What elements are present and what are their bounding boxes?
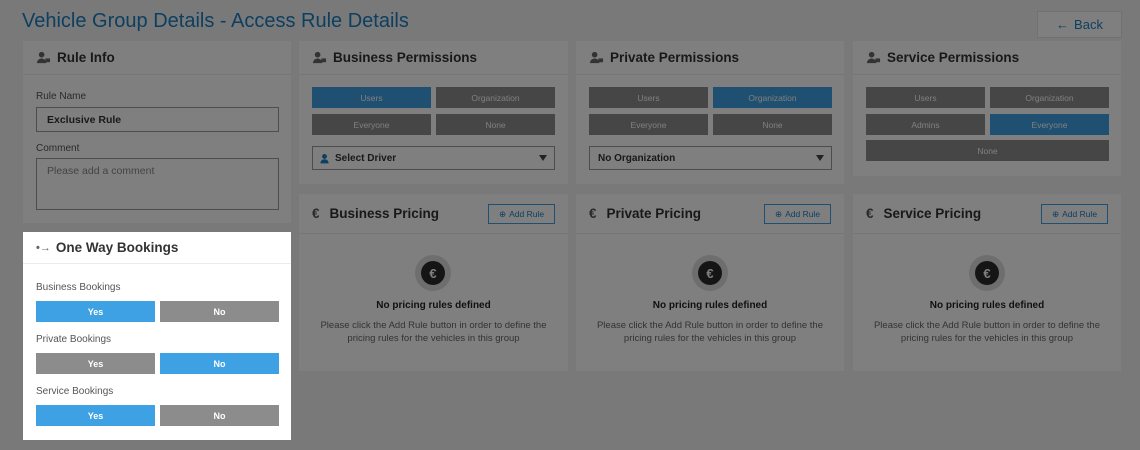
no-pricing-line1: Please click the Add Rule button in orde… [596,320,824,331]
private-none-button[interactable]: None [713,114,832,135]
rule-name-label: Rule Name [36,91,87,102]
page-title: Vehicle Group Details - Access Rule Deta… [22,10,409,32]
private-add-rule-button[interactable]: ⊕ Add Rule [764,204,831,224]
no-pricing-heading: No pricing rules defined [929,300,1045,311]
rule-info-title: Rule Info [57,50,115,65]
comment-label: Comment [36,143,80,154]
coin-euro-icon: € [692,255,728,291]
business-add-rule-button[interactable]: ⊕ Add Rule [488,204,555,224]
add-rule-label: Add Rule [1062,209,1098,219]
service-permissions-title: Service Permissions [887,50,1020,65]
private-organization-button[interactable]: Organization [713,87,832,108]
caret-down-icon [539,155,547,161]
one-way-bookings-panel: •→ One Way Bookings Business Bookings Ye… [23,232,291,440]
service-pricing-panel: € Service Pricing ⊕ Add Rule € No pricin… [853,194,1121,371]
organization-dropdown[interactable]: No Organization [589,146,832,170]
private-bookings-label: Private Bookings [36,334,112,345]
caret-down-icon [816,155,824,161]
no-pricing-line2: pricing rules for the vehicles in this g… [900,333,1074,344]
business-permissions-title: Business Permissions [333,50,478,65]
euro-icon: € [589,206,597,221]
plus-circle-icon: ⊕ [498,208,507,219]
rule-info-panel: Rule Info Rule Name Exclusive Rule Comme… [23,41,291,223]
no-pricing-line2: pricing rules for the vehicles in this g… [347,333,520,344]
service-pricing-title: Service Pricing [883,206,982,221]
select-driver-dropdown[interactable]: Select Driver [312,146,555,170]
business-bookings-no-button[interactable]: No [160,301,279,322]
service-bookings-no-button[interactable]: No [160,405,279,426]
coin-euro-icon: € [969,255,1005,291]
service-bookings-yes-button[interactable]: Yes [36,405,155,426]
no-pricing-line1: Please click the Add Rule button in orde… [873,320,1101,331]
business-none-button[interactable]: None [436,114,555,135]
one-way-bookings-title: One Way Bookings [55,240,179,255]
plus-circle-icon: ⊕ [774,208,783,219]
private-bookings-no-button[interactable]: No [160,353,279,374]
private-users-button[interactable]: Users [589,87,708,108]
user-lock-icon [312,51,327,64]
organization-dropdown-value: No Organization [598,152,676,164]
service-permissions-panel: Service Permissions Users Organization A… [853,41,1121,176]
add-rule-label: Add Rule [509,209,545,219]
user-lock-icon [589,51,604,64]
private-bookings-yes-button[interactable]: Yes [36,353,155,374]
add-rule-label: Add Rule [785,209,821,219]
no-pricing-line2: pricing rules for the vehicles in this g… [623,333,797,344]
no-pricing-heading: No pricing rules defined [652,300,768,311]
private-pricing-title: Private Pricing [606,206,702,221]
service-none-button[interactable]: None [866,140,1109,161]
business-pricing-title: Business Pricing [329,206,440,221]
no-pricing-line1: Please click the Add Rule button in orde… [320,320,547,331]
service-users-button[interactable]: Users [866,87,985,108]
euro-icon: € [312,206,320,221]
business-organization-button[interactable]: Organization [436,87,555,108]
service-add-rule-button[interactable]: ⊕ Add Rule [1041,204,1108,224]
back-button[interactable]: ← Back [1037,11,1122,38]
no-pricing-heading: No pricing rules defined [376,300,491,311]
business-bookings-yes-button[interactable]: Yes [36,301,155,322]
business-bookings-label: Business Bookings [36,282,121,293]
arrow-left-icon: ← [1056,17,1070,32]
plus-circle-icon: ⊕ [1051,208,1060,219]
user-lock-icon [866,51,881,64]
user-icon [320,154,329,164]
business-permissions-panel: Business Permissions Users Organization … [299,41,568,184]
private-pricing-panel: € Private Pricing ⊕ Add Rule € No pricin… [576,194,844,371]
select-driver-value: Select Driver [335,152,397,164]
coin-euro-icon: € [415,255,451,291]
private-permissions-panel: Private Permissions Users Organization E… [576,41,844,184]
rule-name-field[interactable]: Exclusive Rule [36,107,279,132]
user-lock-icon [36,51,51,64]
euro-icon: € [866,206,874,221]
business-users-button[interactable]: Users [312,87,431,108]
service-admins-button[interactable]: Admins [866,114,985,135]
service-bookings-label: Service Bookings [36,386,114,397]
one-way-arrow-icon: •→ [36,241,51,254]
business-pricing-panel: € Business Pricing ⊕ Add Rule € No prici… [299,194,568,371]
back-button-label: Back [1074,17,1103,32]
service-everyone-button[interactable]: Everyone [990,114,1109,135]
business-everyone-button[interactable]: Everyone [312,114,431,135]
service-organization-button[interactable]: Organization [990,87,1109,108]
comment-field[interactable]: Please add a comment [36,158,279,210]
private-everyone-button[interactable]: Everyone [589,114,708,135]
private-permissions-title: Private Permissions [610,50,740,65]
